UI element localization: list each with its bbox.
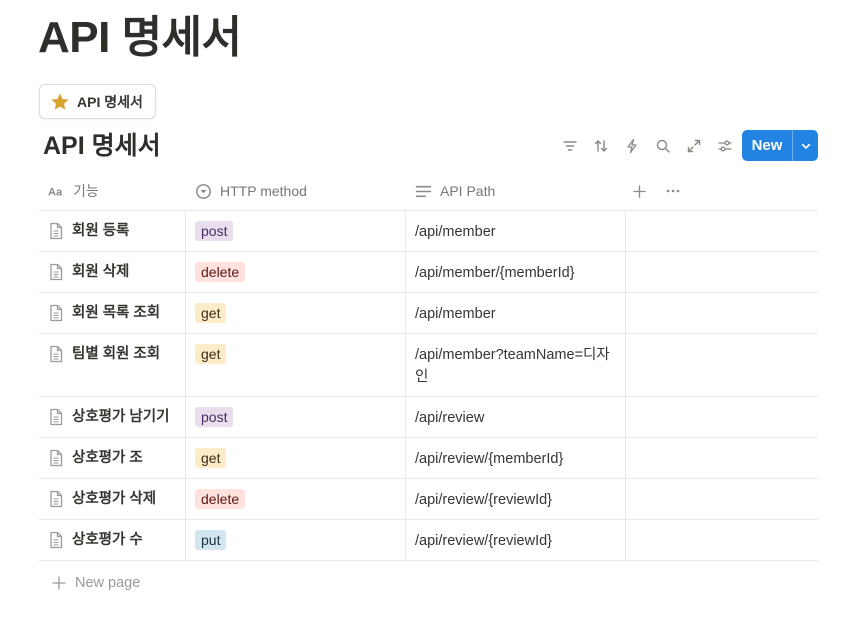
feature-cell[interactable]: 상호평가 남기기 [39, 397, 186, 437]
feature-cell[interactable]: 팀별 회원 조회 [39, 334, 186, 396]
new-page-label: New page [75, 575, 141, 591]
feature-name: 상호평가 조 [72, 450, 143, 466]
api-path-cell[interactable]: /api/review/{memberId} [406, 438, 626, 478]
column-header-label: API Path [440, 183, 496, 199]
http-method-cell[interactable]: get [186, 293, 406, 333]
chevron-down-icon[interactable] [793, 140, 818, 152]
feature-name: 회원 목록 조회 [72, 305, 161, 321]
title-aa-icon: Aa [48, 186, 63, 198]
view-tab[interactable]: API 명세서 [39, 84, 156, 119]
table-body: 회원 등록 post /api/member 회원 삭제 delete /api… [39, 211, 818, 561]
column-header-label: HTTP method [220, 183, 307, 199]
page-document-icon [50, 222, 63, 240]
table-row[interactable]: 상호평가 남기기 post /api/review [39, 397, 818, 438]
http-method-tag: delete [195, 262, 246, 282]
column-header-feature[interactable]: Aa 기능 [39, 172, 186, 210]
page-document-icon [50, 408, 63, 426]
feature-name: 회원 삭제 [72, 264, 130, 280]
api-path-cell[interactable]: /api/review/{reviewId} [406, 479, 626, 519]
plus-icon [52, 576, 66, 590]
http-method-tag: get [195, 448, 227, 468]
table-row[interactable]: 회원 목록 조회 get /api/member [39, 293, 818, 334]
http-method-cell[interactable]: put [186, 520, 406, 560]
column-header-actions [626, 172, 818, 210]
table-row[interactable]: 회원 삭제 delete /api/member/{memberId} [39, 252, 818, 293]
empty-cell [626, 520, 818, 560]
feature-cell[interactable]: 상호평가 조 [39, 438, 186, 478]
empty-cell [626, 293, 818, 333]
http-method-tag: put [195, 530, 227, 550]
page-document-icon [50, 490, 63, 508]
empty-cell [626, 397, 818, 437]
empty-cell [626, 252, 818, 292]
feature-name: 회원 등록 [72, 223, 130, 239]
table-header: Aa 기능 HTTP method API Path [39, 172, 818, 211]
feature-name: 상호평가 수 [72, 532, 143, 548]
page-title: API 명세서 [38, 13, 242, 62]
http-method-cell[interactable]: delete [186, 252, 406, 292]
more-options-icon[interactable] [665, 183, 681, 199]
settings-sliders-icon[interactable] [709, 130, 740, 161]
feature-cell[interactable]: 회원 삭제 [39, 252, 186, 292]
page-document-icon [50, 345, 63, 363]
view-tab-label: API 명세서 [77, 93, 143, 110]
http-method-cell[interactable]: get [186, 438, 406, 478]
empty-cell [626, 438, 818, 478]
select-circle-icon [196, 183, 211, 199]
table-row[interactable]: 상호평가 삭제 delete /api/review/{reviewId} [39, 479, 818, 520]
http-method-cell[interactable]: post [186, 211, 406, 251]
new-page-button[interactable]: New page [39, 561, 818, 605]
database-toolbar [554, 130, 740, 161]
page-document-icon [50, 263, 63, 281]
database-table: Aa 기능 HTTP method API Path 회원 등록 post /a… [39, 172, 818, 605]
column-header-api-path[interactable]: API Path [406, 172, 626, 210]
http-method-tag: post [195, 221, 234, 241]
automation-bolt-icon[interactable] [616, 130, 647, 161]
feature-cell[interactable]: 상호평가 삭제 [39, 479, 186, 519]
table-row[interactable]: 상호평가 조 get /api/review/{memberId} [39, 438, 818, 479]
feature-name: 상호평가 남기기 [72, 409, 170, 425]
http-method-tag: delete [195, 489, 246, 509]
database-title[interactable]: API 명세서 [43, 130, 161, 162]
api-path-cell[interactable]: /api/review [406, 397, 626, 437]
expand-icon[interactable] [678, 130, 709, 161]
add-property-plus-icon[interactable] [632, 184, 647, 199]
api-path-cell[interactable]: /api/member?teamName=디자인 [406, 334, 626, 396]
empty-cell [626, 334, 818, 396]
feature-cell[interactable]: 회원 목록 조회 [39, 293, 186, 333]
page-document-icon [50, 304, 63, 322]
page-document-icon [50, 449, 63, 467]
column-header-http-method[interactable]: HTTP method [186, 172, 406, 210]
star-icon [51, 93, 69, 110]
table-row[interactable]: 상호평가 수 put /api/review/{reviewId} [39, 520, 818, 561]
http-method-cell[interactable]: delete [186, 479, 406, 519]
api-path-cell[interactable]: /api/review/{reviewId} [406, 520, 626, 560]
api-path-cell[interactable]: /api/member [406, 211, 626, 251]
empty-cell [626, 479, 818, 519]
column-header-label: 기능 [73, 183, 99, 199]
api-path-cell[interactable]: /api/member [406, 293, 626, 333]
empty-cell [626, 211, 818, 251]
table-row[interactable]: 회원 등록 post /api/member [39, 211, 818, 252]
http-method-cell[interactable]: get [186, 334, 406, 396]
http-method-tag: get [195, 344, 227, 364]
page-document-icon [50, 531, 63, 549]
sort-icon[interactable] [585, 130, 616, 161]
feature-cell[interactable]: 상호평가 수 [39, 520, 186, 560]
table-row[interactable]: 팀별 회원 조회 get /api/member?teamName=디자인 [39, 334, 818, 397]
text-lines-icon [415, 185, 432, 197]
http-method-tag: get [195, 303, 227, 323]
svg-text:Aa: Aa [48, 186, 63, 198]
feature-cell[interactable]: 회원 등록 [39, 211, 186, 251]
search-icon[interactable] [647, 130, 678, 161]
http-method-tag: post [195, 407, 234, 427]
api-path-cell[interactable]: /api/member/{memberId} [406, 252, 626, 292]
feature-name: 팀별 회원 조회 [72, 346, 161, 362]
feature-name: 상호평가 삭제 [72, 491, 157, 507]
new-button-label: New [751, 137, 783, 154]
http-method-cell[interactable]: post [186, 397, 406, 437]
new-button[interactable]: New [742, 130, 818, 161]
filter-icon[interactable] [554, 130, 585, 161]
